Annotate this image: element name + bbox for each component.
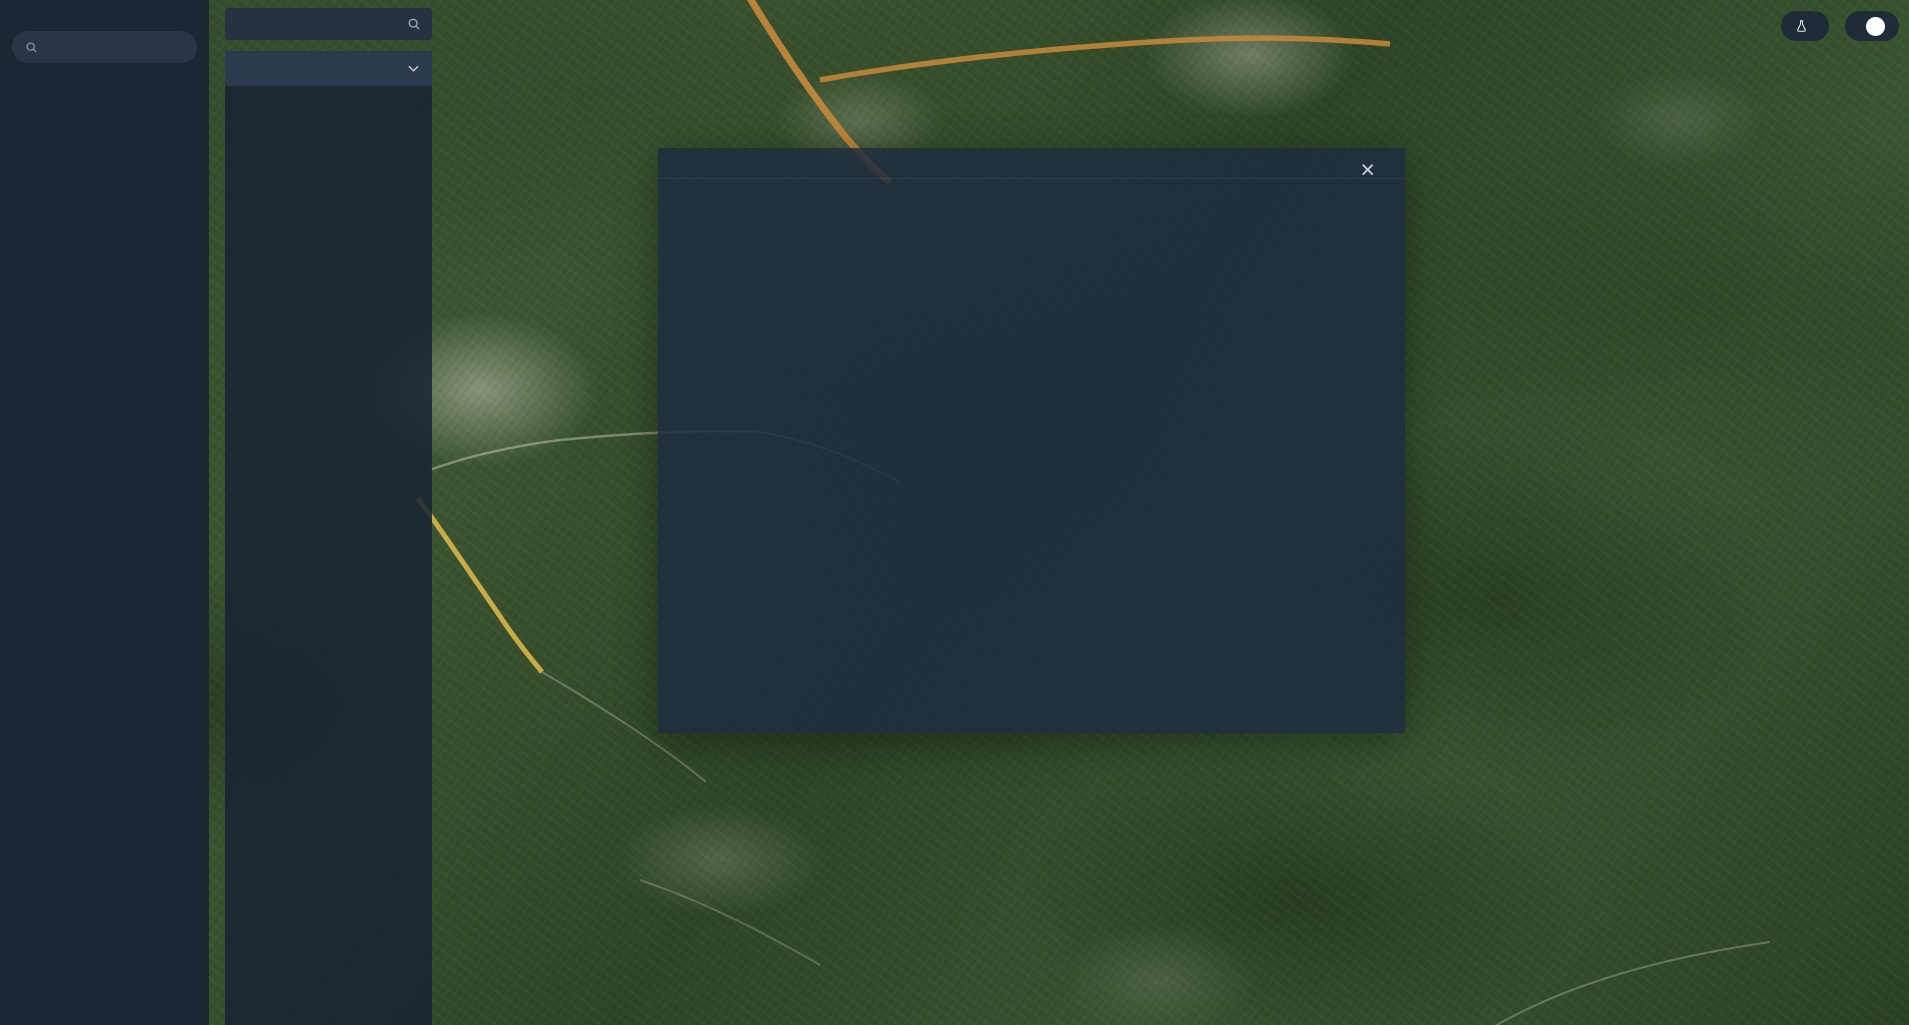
station-list xyxy=(225,86,432,1025)
station-detail-modal: × xyxy=(658,148,1405,733)
toggle-knob[interactable] xyxy=(1866,17,1885,36)
over-plan-intake-button[interactable] xyxy=(1781,11,1829,41)
close-icon[interactable]: × xyxy=(1360,158,1375,183)
station-list-body xyxy=(225,51,432,1025)
copyright xyxy=(0,1012,209,1025)
station-panel xyxy=(225,8,432,1025)
search-icon[interactable] xyxy=(407,17,421,31)
flask-icon xyxy=(1795,19,1808,33)
top-right-controls xyxy=(1781,11,1899,41)
app-window: × xyxy=(0,0,1909,1025)
search-icon xyxy=(25,41,38,54)
station-search-input[interactable] xyxy=(225,8,432,40)
modal-chart-area xyxy=(672,420,1391,726)
modal-title xyxy=(658,148,1405,179)
module-switcher xyxy=(0,0,209,9)
sidebar xyxy=(0,0,209,1025)
filter-value-dropdown[interactable] xyxy=(403,65,419,72)
source-type-filter xyxy=(225,51,432,86)
chevron-down-icon xyxy=(408,65,419,72)
sidebar-search-input[interactable] xyxy=(12,31,197,63)
detail-toggle[interactable] xyxy=(1845,11,1899,41)
monthly-volume-chart xyxy=(672,430,1391,730)
